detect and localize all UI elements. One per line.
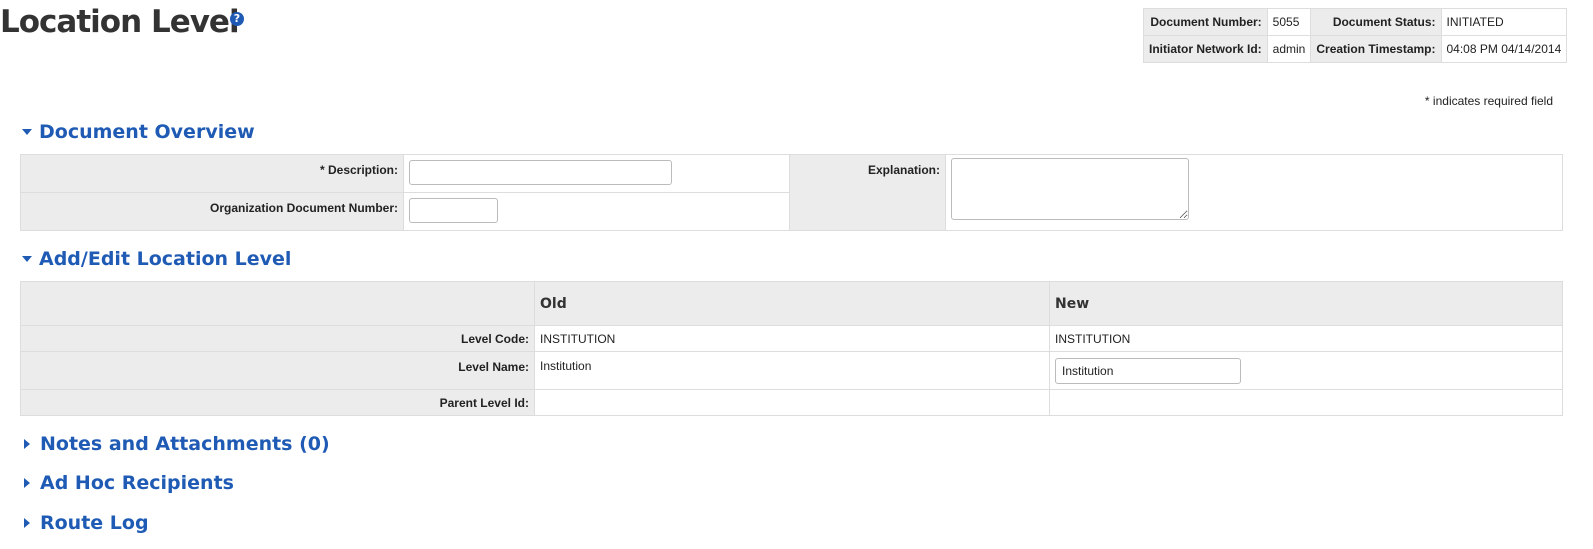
section-title-route-log: Route Log — [40, 512, 149, 534]
help-icon[interactable]: ? — [230, 12, 244, 26]
document-overview-table: * Description: Explanation: Organization… — [20, 154, 1563, 231]
description-label: * Description: — [20, 154, 404, 193]
caret-right-icon — [24, 478, 30, 488]
level-name-input[interactable] — [1055, 358, 1241, 384]
header-blank — [20, 281, 535, 326]
caret-right-icon — [24, 439, 30, 449]
explanation-label: Explanation: — [789, 154, 946, 231]
document-status-label: Document Status: — [1310, 8, 1442, 36]
section-title-ad-hoc-recipients: Ad Hoc Recipients — [40, 472, 234, 494]
initiator-value: admin — [1266, 35, 1312, 63]
section-toggle-notes-and-attachments[interactable]: Notes and Attachments (0) — [22, 433, 330, 455]
document-header-table: Document Number: 5055 Document Status: I… — [1143, 8, 1568, 63]
parent-level-id-old — [534, 389, 1050, 416]
creation-timestamp-label: Creation Timestamp: — [1310, 35, 1442, 63]
description-input[interactable] — [409, 160, 672, 185]
caret-down-icon — [22, 256, 32, 262]
initiator-label: Initiator Network Id: — [1143, 35, 1268, 63]
section-toggle-add-edit-location-level[interactable]: Add/Edit Location Level — [22, 248, 291, 270]
page-title: Location Level — [0, 4, 240, 40]
level-code-old: INSTITUTION — [534, 325, 1050, 352]
caret-right-icon — [24, 518, 30, 528]
section-title-notes-and-attachments: Notes and Attachments (0) — [40, 433, 330, 455]
creation-timestamp-value: 04:08 PM 04/14/2014 — [1440, 35, 1568, 63]
parent-level-id-label: Parent Level Id: — [20, 389, 535, 416]
section-title-document-overview: Document Overview — [39, 121, 255, 143]
section-title-add-edit-location-level: Add/Edit Location Level — [39, 248, 292, 270]
explanation-textarea[interactable] — [951, 158, 1189, 220]
parent-level-id-new — [1049, 389, 1563, 416]
section-toggle-route-log[interactable]: Route Log — [22, 512, 149, 534]
level-code-new: INSTITUTION — [1049, 325, 1563, 352]
new-column-header: New — [1049, 281, 1563, 326]
section-toggle-ad-hoc-recipients[interactable]: Ad Hoc Recipients — [22, 472, 234, 494]
location-level-table: Old New Level Code: INSTITUTION INSTITUT… — [20, 281, 1563, 416]
level-code-label: Level Code: — [20, 325, 535, 352]
caret-down-icon — [22, 129, 32, 135]
document-number-label: Document Number: — [1143, 8, 1268, 36]
document-status-value: INITIATED — [1440, 8, 1568, 36]
document-number-value: 5055 — [1266, 8, 1312, 36]
level-name-label: Level Name: — [20, 351, 535, 390]
org-doc-number-input[interactable] — [409, 198, 498, 223]
section-toggle-document-overview[interactable]: Document Overview — [22, 121, 255, 143]
old-column-header: Old — [534, 281, 1050, 326]
required-field-note: * indicates required field — [1424, 94, 1553, 108]
level-name-old: Institution — [534, 351, 1050, 390]
org-doc-number-label: Organization Document Number: — [20, 192, 404, 231]
